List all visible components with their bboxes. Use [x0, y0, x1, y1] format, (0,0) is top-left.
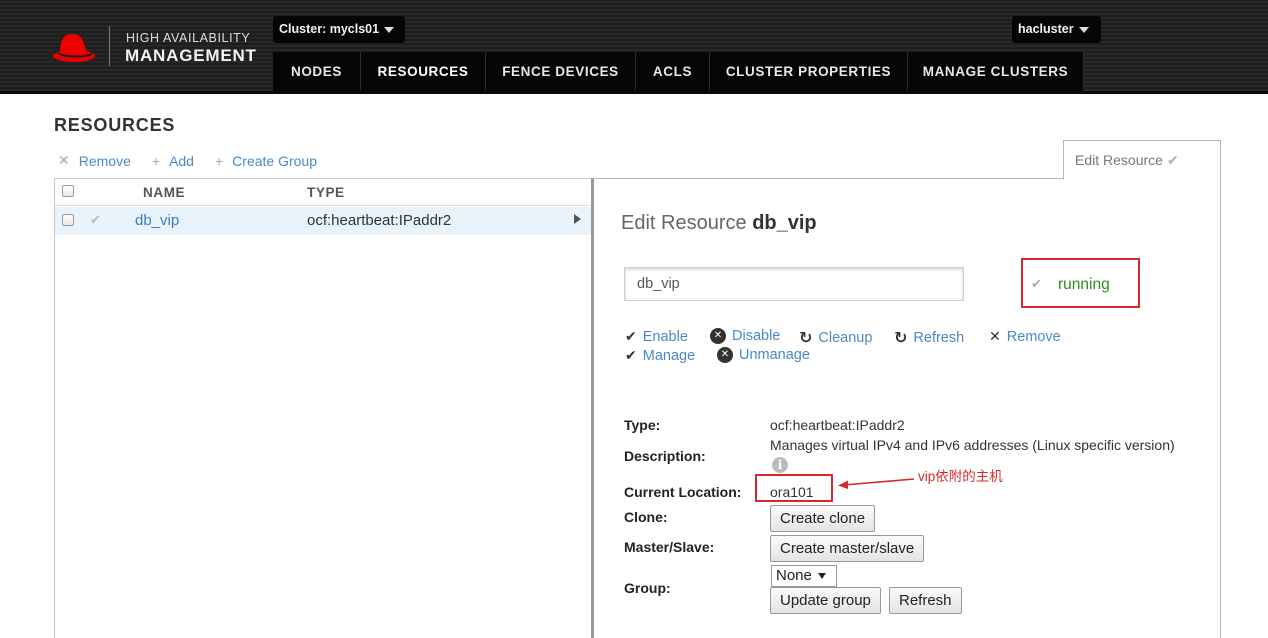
circle-x-icon: ✕	[710, 328, 726, 344]
row-checkbox[interactable]	[62, 214, 74, 226]
chevron-down-icon	[818, 573, 826, 579]
user-dropdown-label: hacluster	[1018, 22, 1074, 36]
header-divider	[0, 91, 1268, 94]
caret-right-icon	[574, 214, 581, 224]
table-row[interactable]: ✔ db_vip ocf:heartbeat:IPaddr2	[55, 207, 592, 235]
group-label: Group:	[624, 580, 671, 596]
status-badge: running	[1058, 276, 1110, 294]
annotation-box-location	[755, 474, 833, 502]
brand-subtitle: HIGH AVAILABILITY	[126, 31, 250, 45]
chevron-down-icon	[1079, 27, 1089, 33]
detail-title-name: db_vip	[752, 212, 816, 234]
circle-x-glyph: ✕	[710, 328, 726, 344]
type-value: ocf:heartbeat:IPaddr2	[770, 417, 905, 433]
unmanage-button[interactable]: ✕ Unmanage	[717, 347, 810, 363]
unmanage-label: Unmanage	[739, 347, 810, 363]
user-dropdown[interactable]: hacluster	[1012, 16, 1101, 43]
select-all-checkbox[interactable]	[62, 185, 74, 197]
resource-name-field[interactable]: db_vip	[624, 267, 964, 301]
check-icon: ✔	[625, 347, 637, 364]
remove-action-label: Remove	[1007, 329, 1061, 345]
tab-edit-resource[interactable]: Edit Resource✔	[1063, 140, 1221, 180]
top-header: HIGH AVAILABILITY MANAGEMENT Cluster: my…	[0, 0, 1268, 91]
list-header: NAME TYPE	[55, 179, 592, 206]
cleanup-label: Cleanup	[818, 330, 872, 346]
chevron-down-icon	[384, 27, 394, 33]
detail-title: Edit Resource db_vip	[621, 212, 817, 235]
check-icon: ✔	[625, 328, 637, 345]
refresh-label: Refresh	[913, 330, 964, 346]
create-group-button[interactable]: + Create Group	[215, 153, 317, 169]
annotation-note: vip依附的主机	[918, 465, 1003, 485]
app-root: HIGH AVAILABILITY MANAGEMENT Cluster: my…	[0, 0, 1268, 638]
add-label: Add	[169, 153, 194, 169]
tab-edit-resource-label: Edit Resource	[1075, 152, 1163, 168]
tab-cluster-properties[interactable]: CLUSTER PROPERTIES	[710, 52, 908, 91]
detail-title-prefix: Edit Resource	[621, 212, 747, 234]
refresh-icon: ↻	[894, 328, 907, 348]
check-icon: ✔	[1167, 152, 1179, 168]
cleanup-button[interactable]: ↻ Cleanup	[799, 328, 872, 348]
tab-fence-devices[interactable]: FENCE DEVICES	[486, 52, 636, 91]
enable-label: Enable	[643, 329, 688, 345]
redhat-logo	[52, 26, 100, 66]
description-value: Manages virtual IPv4 and IPv6 addresses …	[770, 437, 1175, 453]
column-header-type: TYPE	[307, 185, 345, 200]
current-location-label: Current Location:	[624, 484, 741, 500]
annotation-arrow	[836, 474, 916, 490]
refresh-button[interactable]: ↻ Refresh	[894, 328, 964, 348]
cluster-dropdown[interactable]: Cluster: mycls01	[273, 16, 405, 43]
info-icon[interactable]: i	[772, 457, 788, 473]
type-label: Type:	[624, 417, 660, 433]
brand-title: MANAGEMENT	[125, 46, 257, 66]
close-icon: ✕	[989, 328, 1001, 345]
tab-acls[interactable]: ACLS	[636, 52, 710, 91]
plus-icon: +	[215, 153, 223, 169]
resource-toolbar: ✕ Remove + Add + Create Group	[58, 152, 338, 169]
plus-icon: +	[152, 153, 160, 169]
check-icon: ✔	[1031, 276, 1042, 292]
cluster-dropdown-label: Cluster: mycls01	[279, 22, 379, 36]
column-header-name: NAME	[143, 185, 185, 200]
check-icon: ✔	[90, 212, 101, 228]
logo-divider	[109, 26, 110, 66]
cleanup-icon: ↻	[799, 328, 812, 348]
circle-x-glyph: ✕	[717, 347, 733, 363]
manage-label: Manage	[643, 348, 695, 364]
resource-list: NAME TYPE ✔ db_vip ocf:heartbeat:IPaddr2	[54, 178, 592, 638]
update-group-button[interactable]: Update group	[770, 587, 881, 614]
group-select-value: None	[776, 567, 812, 584]
main-nav: NODES RESOURCES FENCE DEVICES ACLS CLUST…	[273, 52, 1084, 91]
page-title: RESOURCES	[54, 115, 175, 136]
tab-manage-clusters[interactable]: MANAGE CLUSTERS	[908, 52, 1084, 91]
resource-type: ocf:heartbeat:IPaddr2	[307, 212, 451, 229]
description-label: Description:	[624, 448, 706, 464]
remove-button[interactable]: ✕ Remove	[989, 328, 1061, 345]
disable-button[interactable]: ✕ Disable	[710, 328, 780, 344]
edit-resource-panel	[591, 178, 1221, 638]
remove-label: Remove	[79, 153, 131, 169]
refresh-group-button[interactable]: Refresh	[889, 587, 962, 614]
create-master-slave-button[interactable]: Create master/slave	[770, 535, 924, 562]
tab-resources[interactable]: RESOURCES	[361, 52, 486, 91]
master-slave-label: Master/Slave:	[624, 539, 714, 555]
create-group-label: Create Group	[232, 153, 317, 169]
disable-label: Disable	[732, 328, 780, 344]
circle-x-icon: ✕	[717, 347, 733, 363]
resource-name-link[interactable]: db_vip	[135, 212, 179, 229]
enable-button[interactable]: ✔ Enable	[625, 328, 688, 345]
tab-nodes[interactable]: NODES	[273, 52, 361, 91]
clone-label: Clone:	[624, 509, 668, 525]
group-select[interactable]: None	[771, 565, 837, 587]
manage-button[interactable]: ✔ Manage	[625, 347, 695, 364]
add-resource-button[interactable]: + Add	[152, 153, 194, 169]
close-icon: ✕	[58, 152, 70, 169]
remove-resource-button[interactable]: ✕ Remove	[58, 152, 131, 169]
create-clone-button[interactable]: Create clone	[770, 505, 875, 532]
